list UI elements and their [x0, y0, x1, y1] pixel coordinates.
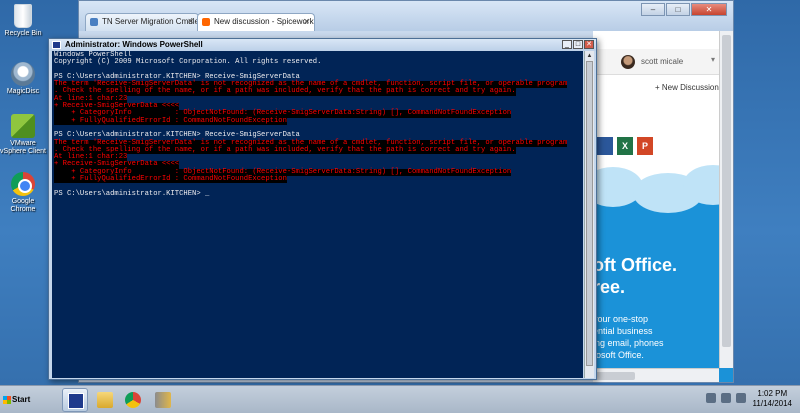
browser-vertical-scrollbar[interactable]: [719, 31, 733, 368]
page-favicon-icon: [90, 18, 98, 26]
taskbar-chrome[interactable]: [120, 388, 146, 412]
desktop-icon-label: Google Chrome: [10, 198, 36, 213]
user-bar: scott micale ▾: [593, 49, 733, 75]
console-line: Copyright (C) 2009 Microsoft Corporation…: [54, 59, 581, 66]
powershell-scrollbar[interactable]: ▲: [584, 51, 594, 378]
ps-close-button[interactable]: ✕: [584, 40, 594, 49]
desktop-icon-vmware[interactable]: VMware vSphere Client: [0, 114, 46, 156]
desktop-icon-label: VMware vSphere Client: [0, 140, 46, 155]
console-line: . Check the spelling of the name, or if …: [54, 146, 581, 155]
powershell-title-bar[interactable]: Administrator: Windows PowerShell _ □ ✕: [49, 39, 596, 51]
folder-icon: [97, 392, 113, 408]
banner-headline: oft Office.: [593, 255, 677, 275]
desktop-icon-magicdisc[interactable]: MagicDisc: [0, 62, 46, 96]
powershell-icon: [52, 41, 61, 49]
clock-time: 1:02 PM: [757, 389, 788, 398]
taskbar-clock[interactable]: 1:02 PM 11/14/2014: [753, 389, 792, 409]
ps-minimize-button[interactable]: _: [562, 40, 572, 49]
console-error-text: + FullyQualifiedErrorId : CommandNotFoun…: [54, 175, 287, 184]
office-ad-banner[interactable]: X P oft Office. ree. your one-stop entia…: [593, 137, 733, 382]
taskbar: Start 1:02 PM 11/14/2014: [0, 385, 800, 413]
tab-close-icon[interactable]: ✕: [187, 14, 194, 30]
desktop-icon-recycle-bin[interactable]: Recycle Bin: [0, 4, 46, 38]
clock-date: 11/14/2014: [752, 399, 792, 408]
powershell-icon: [68, 393, 84, 409]
user-name[interactable]: scott micale: [641, 57, 683, 66]
browser-window-controls: – □ ✕: [641, 3, 727, 16]
desktop-icon-label: MagicDisc: [6, 88, 40, 95]
close-button[interactable]: ✕: [691, 3, 727, 16]
banner-headline-2: ree.: [593, 277, 626, 297]
recycle-bin-icon: [14, 4, 32, 28]
desktop-icon-chrome[interactable]: Google Chrome: [0, 172, 46, 214]
console-error-text: + FullyQualifiedErrorId : CommandNotFoun…: [54, 116, 287, 125]
avatar[interactable]: [621, 55, 635, 69]
powershell-console[interactable]: Windows PowerShell Copyright (C) 2009 Mic…: [52, 51, 583, 378]
desktop-icon-label: Recycle Bin: [4, 30, 42, 37]
tab-close-icon[interactable]: ✕: [303, 14, 310, 30]
new-discussion-button[interactable]: + New Discussion: [655, 83, 719, 92]
start-label: Start: [12, 395, 31, 404]
console-output-text: Copyright (C) 2009 Microsoft Corporation…: [54, 58, 322, 67]
scroll-up-icon[interactable]: ▲: [585, 51, 594, 61]
chrome-icon: [125, 392, 141, 408]
console-line: PS C:\Users\administrator.KITCHEN> _: [54, 189, 581, 198]
web-page: scott micale ▾ + New Discussion X P oft …: [593, 31, 733, 382]
ps-maximize-button[interactable]: □: [573, 40, 583, 49]
console-line: + FullyQualifiedErrorId : CommandNotFoun…: [54, 175, 581, 184]
vmware-icon: [11, 114, 35, 138]
tools-icon: [155, 392, 171, 408]
magicdisc-icon: [11, 62, 35, 86]
spiceworks-favicon-icon: [202, 18, 210, 26]
console-output-text: PS C:\Users\administrator.KITCHEN> _: [54, 189, 210, 198]
cloud-graphic: X P: [593, 137, 733, 213]
windows-flag-icon: [3, 396, 11, 404]
banner-text: rosoft Office.: [593, 350, 644, 360]
console-line: . Check the spelling of the name, or if …: [54, 88, 581, 96]
taskbar-explorer[interactable]: [92, 388, 118, 412]
powershell-window-controls: _ □ ✕: [562, 40, 594, 49]
banner-text: your one-stop: [593, 314, 649, 324]
maximize-button[interactable]: □: [666, 3, 690, 16]
powershell-title: Administrator: Windows PowerShell: [65, 40, 203, 49]
volume-icon[interactable]: [736, 393, 746, 403]
browser-tab-new-discussion[interactable]: New discussion - Spiceworks ✕: [197, 13, 315, 31]
browser-horizontal-scrollbar[interactable]: [593, 368, 719, 382]
taskbar-powershell[interactable]: [62, 388, 88, 412]
powerpoint-icon: P: [637, 137, 653, 155]
banner-text: ing email, phones: [593, 338, 664, 348]
taskbar-tools[interactable]: [150, 388, 176, 412]
excel-icon: X: [617, 137, 633, 155]
user-menu-chevron-icon[interactable]: ▾: [711, 55, 715, 64]
start-button[interactable]: Start: [2, 389, 30, 411]
system-tray: [706, 393, 746, 403]
tab-label: New discussion - Spiceworks: [214, 17, 315, 26]
minimize-button[interactable]: –: [641, 3, 665, 16]
console-line: + FullyQualifiedErrorId : CommandNotFoun…: [54, 116, 581, 125]
powershell-window: Administrator: Windows PowerShell _ □ ✕ …: [48, 38, 597, 380]
browser-tab-tn-server[interactable]: TN Server Migration Cmdlets in ✕: [85, 13, 199, 31]
tab-label: TN Server Migration Cmdlets in: [102, 17, 199, 26]
flag-icon[interactable]: [721, 393, 731, 403]
chrome-icon: [11, 172, 35, 196]
network-icon[interactable]: [706, 393, 716, 403]
browser-tab-bar: TN Server Migration Cmdlets in ✕ New dis…: [79, 1, 733, 31]
outlook-icon: [597, 137, 613, 155]
banner-text: ential business: [593, 326, 653, 336]
